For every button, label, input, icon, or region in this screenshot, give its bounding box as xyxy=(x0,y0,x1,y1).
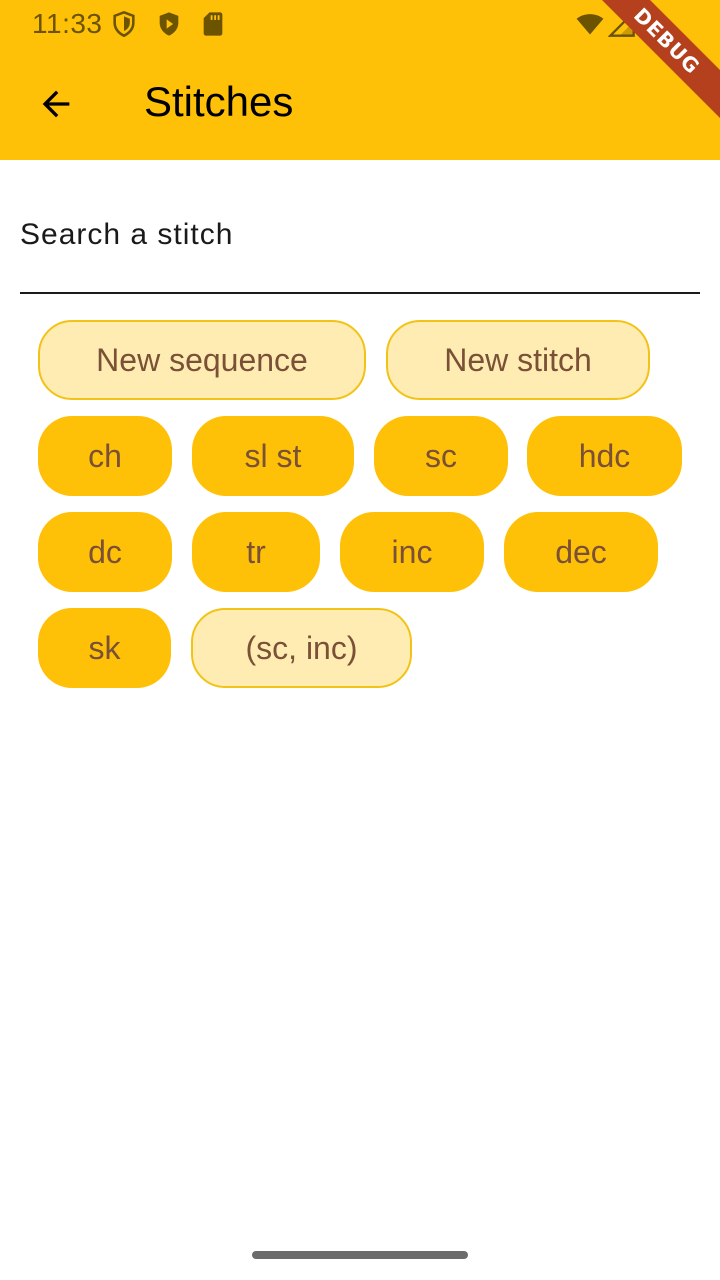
play-shield-icon xyxy=(155,10,183,38)
shield-icon xyxy=(110,10,138,38)
stitch-chip-dec[interactable]: dec xyxy=(504,512,658,592)
page-title: Stitches xyxy=(144,78,294,125)
stitch-chip-sl-st[interactable]: sl st xyxy=(192,416,354,496)
stitch-chip-sc[interactable]: sc xyxy=(374,416,508,496)
new-sequence-chip[interactable]: New sequence xyxy=(38,320,366,400)
stitch-chip-hdc[interactable]: hdc xyxy=(527,416,682,496)
search-field[interactable] xyxy=(20,200,700,294)
app-bar: 11:33 Stitches DEBUG xyxy=(0,0,720,160)
home-indicator[interactable] xyxy=(252,1251,468,1259)
chip-row: New sequence New stitch xyxy=(38,320,698,400)
wifi-icon xyxy=(576,10,604,38)
search-input[interactable] xyxy=(20,210,700,260)
sequence-chip-sc-inc[interactable]: (sc, inc) xyxy=(191,608,412,688)
chip-row: dc tr inc dec xyxy=(38,512,698,592)
new-stitch-chip[interactable]: New stitch xyxy=(386,320,650,400)
stitch-chip-ch[interactable]: ch xyxy=(38,416,172,496)
status-time: 11:33 xyxy=(32,8,103,39)
arrow-back-icon xyxy=(42,90,70,118)
sd-card-icon xyxy=(199,10,227,38)
chip-row: ch sl st sc hdc xyxy=(38,416,698,496)
back-button[interactable] xyxy=(24,72,88,136)
stitch-chip-tr[interactable]: tr xyxy=(192,512,320,592)
stitch-chip-sk[interactable]: sk xyxy=(38,608,171,688)
chip-row: sk (sc, inc) xyxy=(38,608,698,688)
stitches-screen: 11:33 Stitches DEBUG Search a stitch New… xyxy=(0,0,720,1280)
stitch-chip-inc[interactable]: inc xyxy=(340,512,484,592)
stitch-chip-dc[interactable]: dc xyxy=(38,512,172,592)
